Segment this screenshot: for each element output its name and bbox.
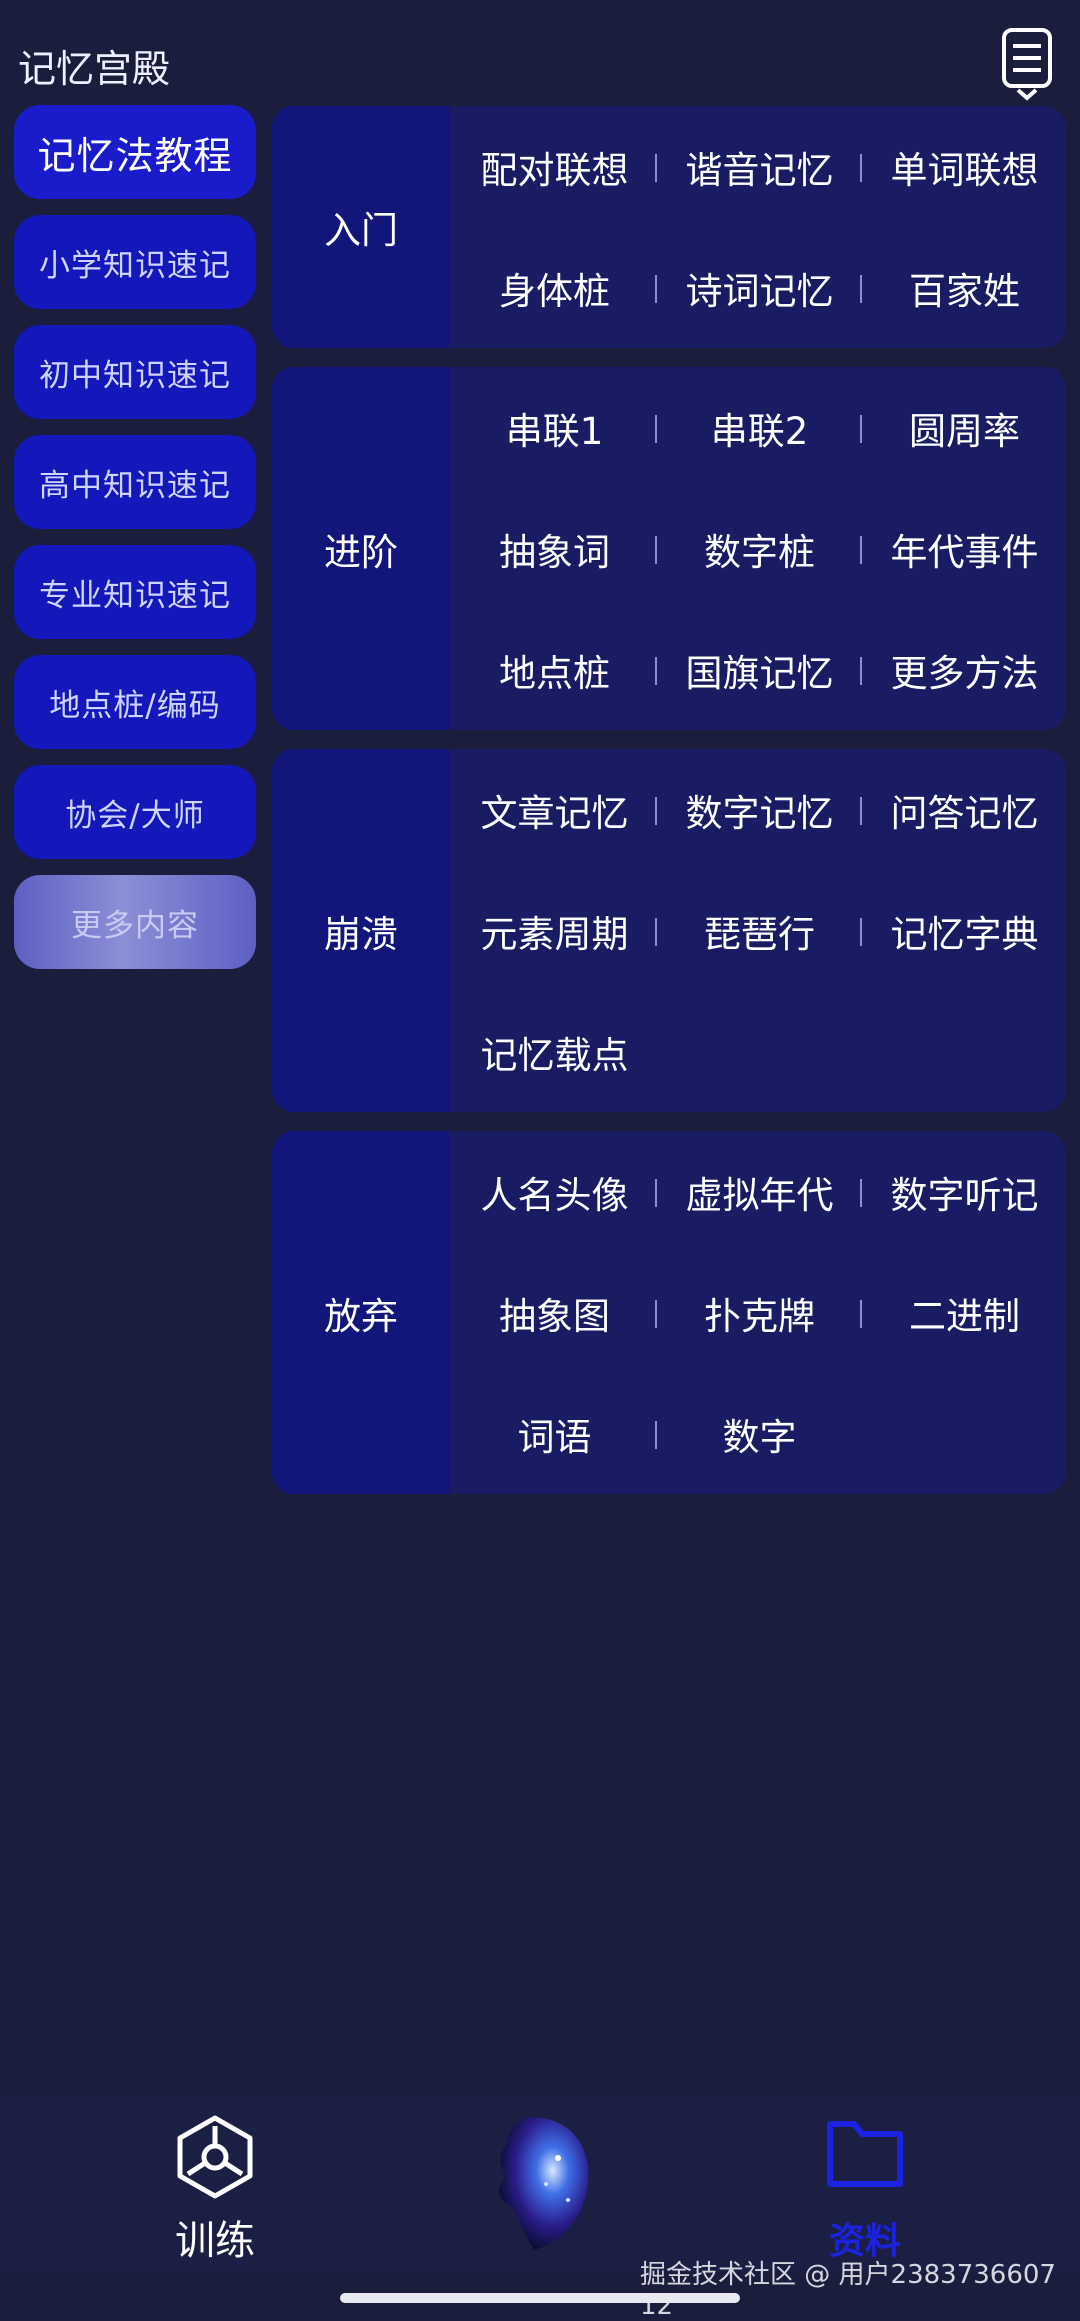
method-link[interactable]: 身体桩 (452, 227, 657, 348)
method-link[interactable]: 文章记忆 (452, 749, 657, 870)
content-panel: 入门 配对联想 谐音记忆 单词联想 身体桩 诗词记忆 百家姓 进阶 串联1 串联… (272, 106, 1066, 1513)
section-title: 放弃 (272, 1131, 450, 1494)
watermark-text: 掘金技术社区 @ 用户2383736607​12 (640, 2260, 1056, 2321)
method-link[interactable]: 记忆字典 (862, 870, 1066, 991)
sidebar-item-more[interactable]: 更多内容 (14, 875, 256, 969)
method-link[interactable]: 琵琶行 (657, 870, 862, 991)
sidebar-item-label: 记忆法教程 (37, 133, 233, 178)
method-link[interactable]: 二进制 (862, 1252, 1066, 1373)
method-link[interactable]: 数字桩 (657, 488, 862, 609)
bottom-navigation: 训练 资料 (0, 2096, 1080, 2272)
method-link[interactable]: 地点桩 (452, 609, 657, 730)
method-link[interactable]: 元素周期 (452, 870, 657, 991)
method-link[interactable]: 记忆载点 (452, 991, 657, 1112)
sidebar-item-label: 小学知识速记 (39, 247, 231, 284)
method-link[interactable]: 更多方法 (862, 609, 1066, 730)
sidebar-item-label: 更多内容 (71, 907, 199, 944)
method-link[interactable]: 抽象图 (452, 1252, 657, 1373)
sidebar-item-label: 初中知识速记 (39, 357, 231, 394)
sidebar-item-professional[interactable]: 专业知识速记 (14, 545, 256, 639)
method-link[interactable]: 抽象词 (452, 488, 657, 609)
section-items: 人名头像 虚拟年代 数字听记 抽象图 扑克牌 二进制 词语 数字 (452, 1131, 1066, 1494)
sidebar-item-label: 地点桩/编码 (49, 687, 221, 724)
section-give-up: 放弃 人名头像 虚拟年代 数字听记 抽象图 扑克牌 二进制 词语 数字 (272, 1131, 1066, 1494)
method-link[interactable]: 年代事件 (862, 488, 1066, 609)
sidebar-item-senior-high[interactable]: 高中知识速记 (14, 435, 256, 529)
status-bar (0, 0, 1080, 20)
sidebar-item-location-pegs[interactable]: 地点桩/编码 (14, 655, 256, 749)
nav-center-avatar[interactable] (488, 2096, 598, 2272)
sidebar-item-memory-tutorial[interactable]: 记忆法教程 (14, 105, 256, 199)
section-items: 串联1 串联2 圆周率 抽象词 数字桩 年代事件 地点桩 国旗记忆 更多方法 (452, 367, 1066, 730)
method-link[interactable]: 串联1 (452, 367, 657, 488)
method-link[interactable]: 圆周率 (862, 367, 1066, 488)
method-link[interactable]: 数字听记 (862, 1131, 1066, 1252)
method-link[interactable]: 国旗记忆 (657, 609, 862, 730)
method-link[interactable]: 人名头像 (452, 1131, 657, 1252)
nav-train-label: 训练 (175, 2218, 255, 2264)
method-link[interactable]: 谐音记忆 (657, 106, 862, 227)
section-items: 配对联想 谐音记忆 单词联想 身体桩 诗词记忆 百家姓 (452, 106, 1066, 348)
header: 记忆宫殿 (0, 20, 1080, 110)
method-link[interactable]: 词语 (452, 1373, 657, 1494)
sidebar-item-primary[interactable]: 小学知识速记 (14, 215, 256, 309)
section-items: 文章记忆 数字记忆 问答记忆 元素周期 琵琶行 记忆字典 记忆载点 (452, 749, 1066, 1112)
sidebar-item-label: 高中知识速记 (39, 467, 231, 504)
sidebar-item-association[interactable]: 协会/大师 (14, 765, 256, 859)
nav-train-tab[interactable]: 训练 (160, 2096, 270, 2272)
brain-avatar-icon (498, 2117, 589, 2250)
method-link[interactable]: 百家姓 (862, 227, 1066, 348)
method-link[interactable]: 数字记忆 (657, 749, 862, 870)
sidebar-item-label: 协会/大师 (65, 797, 205, 834)
section-crash: 崩溃 文章记忆 数字记忆 问答记忆 元素周期 琵琶行 记忆字典 记忆载点 (272, 749, 1066, 1112)
method-link[interactable]: 诗词记忆 (657, 227, 862, 348)
list-icon[interactable] (998, 26, 1058, 104)
page-title: 记忆宫殿 (18, 47, 171, 91)
sidebar-item-junior-high[interactable]: 初中知识速记 (14, 325, 256, 419)
folder-icon (827, 2121, 903, 2187)
cube-network-icon (177, 2115, 253, 2199)
method-link[interactable]: 单词联想 (862, 106, 1066, 227)
nav-data-tab[interactable]: 资料 (810, 2096, 920, 2272)
sidebar: 记忆法教程 小学知识速记 初中知识速记 高中知识速记 专业知识速记 地点桩/编码… (14, 105, 256, 985)
section-beginner: 入门 配对联想 谐音记忆 单词联想 身体桩 诗词记忆 百家姓 (272, 106, 1066, 348)
method-link[interactable]: 数字 (657, 1373, 862, 1494)
section-title: 崩溃 (272, 749, 450, 1112)
method-link[interactable]: 扑克牌 (657, 1252, 862, 1373)
method-link[interactable]: 虚拟年代 (657, 1131, 862, 1252)
method-link[interactable]: 问答记忆 (862, 749, 1066, 870)
home-indicator[interactable] (340, 2293, 740, 2303)
sidebar-item-label: 专业知识速记 (39, 577, 231, 614)
section-title: 进阶 (272, 367, 450, 730)
method-link[interactable]: 串联2 (657, 367, 862, 488)
section-title: 入门 (272, 106, 450, 348)
section-advanced: 进阶 串联1 串联2 圆周率 抽象词 数字桩 年代事件 地点桩 国旗记忆 更多方… (272, 367, 1066, 730)
method-link[interactable]: 配对联想 (452, 106, 657, 227)
